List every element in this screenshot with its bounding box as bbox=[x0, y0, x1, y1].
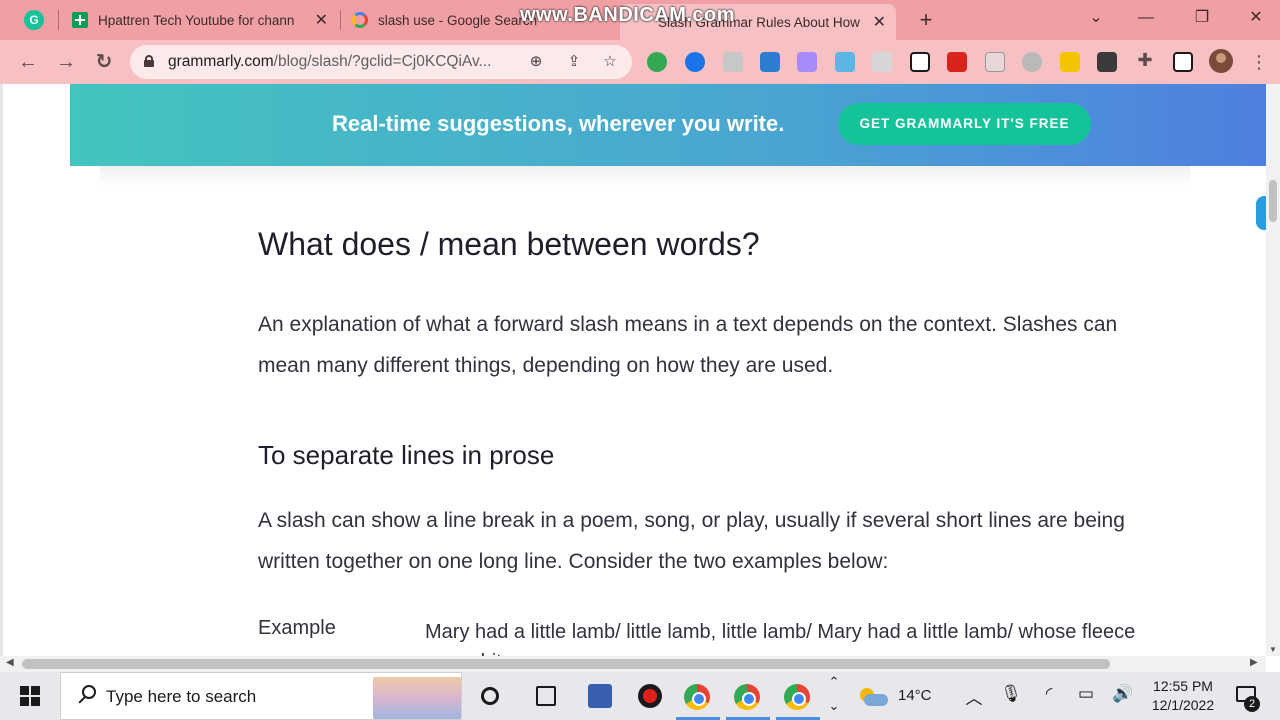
reload-icon[interactable]: ↻ bbox=[92, 50, 116, 74]
taskbar-search-input[interactable]: Type here to search bbox=[60, 672, 462, 720]
side-panel-icon[interactable] bbox=[1173, 52, 1193, 72]
extension-gray-icon[interactable] bbox=[723, 52, 743, 72]
tab-strip: G Hpattren Tech Youtube for chann ✕ slas… bbox=[0, 0, 1280, 40]
sheets-icon bbox=[72, 12, 88, 28]
tab-search-chevron-icon[interactable]: ⌄ bbox=[1084, 6, 1108, 30]
task-view-icon[interactable] bbox=[536, 686, 556, 706]
address-bar[interactable]: grammarly.com/blog/slash/?gclid=Cj0KCQiA… bbox=[130, 45, 632, 79]
share-icon[interactable]: ⇪ bbox=[564, 52, 584, 72]
tab-separator bbox=[340, 10, 341, 30]
example-label: Example bbox=[258, 617, 336, 639]
banner-shadow bbox=[100, 166, 1190, 186]
promo-banner: Real-time suggestions, wherever you writ… bbox=[70, 84, 1266, 166]
taskbar-scroll-down-icon[interactable]: ⌄ bbox=[823, 698, 845, 714]
extension-light-icon[interactable] bbox=[872, 52, 892, 72]
system-clock[interactable]: 12:55 PM 12/1/2022 bbox=[1146, 677, 1220, 715]
horizontal-scrollbar[interactable]: ◀ ▶ bbox=[0, 656, 1266, 672]
menu-kebab-icon[interactable]: ⋮ bbox=[1247, 50, 1271, 74]
minimize-icon[interactable]: — bbox=[1134, 6, 1158, 30]
subsection-heading: To separate lines in prose bbox=[258, 440, 555, 470]
tab-title: Hpattren Tech Youtube for chann bbox=[98, 12, 295, 28]
chrome-profile-2-icon[interactable] bbox=[734, 684, 760, 710]
weather-temperature[interactable]: 14°C bbox=[898, 687, 932, 704]
close-window-icon[interactable]: ✕ bbox=[1244, 6, 1268, 30]
network-app-icon[interactable] bbox=[588, 684, 612, 708]
horizontal-scroll-thumb[interactable] bbox=[22, 659, 1110, 669]
show-hidden-icons-chevron-icon[interactable]: ︿ bbox=[963, 684, 985, 709]
search-placeholder: Type here to search bbox=[106, 687, 257, 706]
extension-pen-icon[interactable] bbox=[797, 52, 817, 72]
bookmark-star-icon[interactable]: ☆ bbox=[600, 52, 620, 72]
extension-pip-icon[interactable] bbox=[910, 52, 930, 72]
chrome-profile-3-icon[interactable] bbox=[784, 684, 810, 710]
battery-icon[interactable]: ▭ bbox=[1075, 684, 1097, 704]
avatar[interactable] bbox=[1209, 49, 1233, 73]
extension-at-icon[interactable] bbox=[685, 52, 705, 72]
url-text: grammarly.com/blog/slash/?gclid=Cj0KCQiA… bbox=[168, 53, 492, 70]
extension-yellow-icon[interactable] bbox=[1060, 52, 1080, 72]
example-text: Mary had a little lamb/ little lamb, lit… bbox=[425, 621, 1136, 656]
tab-hpattren[interactable]: Hpattren Tech Youtube for chann ✕ bbox=[72, 6, 334, 34]
tab-title: slash use - Google Search bbox=[378, 12, 538, 28]
close-tab-icon[interactable]: ✕ bbox=[873, 12, 886, 32]
search-highlight-art bbox=[373, 677, 461, 719]
lock-icon bbox=[144, 55, 154, 67]
extension-blue-icon[interactable] bbox=[760, 52, 780, 72]
scroll-down-arrow-icon[interactable]: ▼ bbox=[1269, 645, 1277, 654]
wifi-icon[interactable]: ◜ bbox=[1038, 684, 1060, 704]
extension-translate-icon[interactable] bbox=[835, 52, 855, 72]
scroll-right-arrow-icon[interactable]: ▶ bbox=[1250, 657, 1258, 668]
new-tab-button[interactable]: + bbox=[914, 8, 938, 32]
section-heading: What does / mean between words? bbox=[258, 226, 760, 262]
vertical-scrollbar[interactable]: ▼ bbox=[1266, 84, 1280, 656]
clock-date: 12/1/2022 bbox=[1151, 697, 1215, 713]
google-icon bbox=[352, 12, 368, 28]
vertical-scroll-thumb[interactable] bbox=[1269, 180, 1277, 222]
bandicam-record-icon[interactable] bbox=[638, 684, 662, 708]
microphone-icon[interactable]: 🎙 bbox=[1000, 684, 1022, 704]
browser-toolbar: ← → ↻ grammarly.com/blog/slash/?gclid=Cj… bbox=[0, 40, 1280, 84]
cortana-icon[interactable] bbox=[481, 687, 499, 705]
windows-taskbar: Type here to search ⌃ ⌄ 14°C ︿ 🎙 ◜ ▭ 🔊 1… bbox=[0, 672, 1280, 720]
tab-separator bbox=[58, 10, 59, 30]
close-tab-icon[interactable]: ✕ bbox=[315, 10, 328, 30]
intro-paragraph: An explanation of what a forward slash m… bbox=[258, 313, 1118, 377]
search-icon bbox=[77, 685, 99, 707]
clock-time: 12:55 PM bbox=[1153, 678, 1213, 694]
banner-tagline: Real-time suggestions, wherever you writ… bbox=[332, 111, 785, 136]
taskbar-scroll-up-icon[interactable]: ⌃ bbox=[823, 674, 845, 690]
restore-icon[interactable]: ❐ bbox=[1190, 6, 1214, 30]
pinned-tab-grammarly[interactable]: G bbox=[16, 8, 52, 32]
zoom-icon[interactable]: ⊕ bbox=[526, 52, 546, 72]
extension-chat-icon[interactable] bbox=[647, 52, 667, 72]
page-viewport: Real-time suggestions, wherever you writ… bbox=[0, 84, 1280, 656]
extension-m-icon[interactable] bbox=[1097, 52, 1117, 72]
notification-count-badge: 2 bbox=[1244, 696, 1260, 712]
scroll-left-arrow-icon[interactable]: ◀ bbox=[6, 657, 14, 668]
forward-arrow-icon[interactable]: → bbox=[54, 50, 78, 74]
weather-cloud-icon[interactable] bbox=[858, 688, 888, 706]
extension-mail-icon[interactable] bbox=[985, 52, 1005, 72]
volume-icon[interactable]: 🔊 bbox=[1112, 684, 1134, 704]
chrome-icon[interactable] bbox=[684, 684, 710, 710]
extensions-puzzle-icon[interactable]: ✚ bbox=[1133, 48, 1157, 72]
extension-pdf-icon[interactable] bbox=[947, 52, 967, 72]
back-arrow-icon[interactable]: ← bbox=[16, 50, 40, 74]
grammarly-icon: G bbox=[24, 10, 44, 30]
bandicam-watermark: www.BANDICAM.com bbox=[520, 4, 736, 26]
get-grammarly-button[interactable]: GET GRAMMARLY IT'S FREE bbox=[838, 103, 1091, 145]
page-edge bbox=[0, 84, 3, 656]
windows-start-icon[interactable] bbox=[20, 686, 40, 706]
body-paragraph: A slash can show a line break in a poem,… bbox=[258, 509, 1125, 573]
extension-globe-icon[interactable] bbox=[1022, 52, 1042, 72]
